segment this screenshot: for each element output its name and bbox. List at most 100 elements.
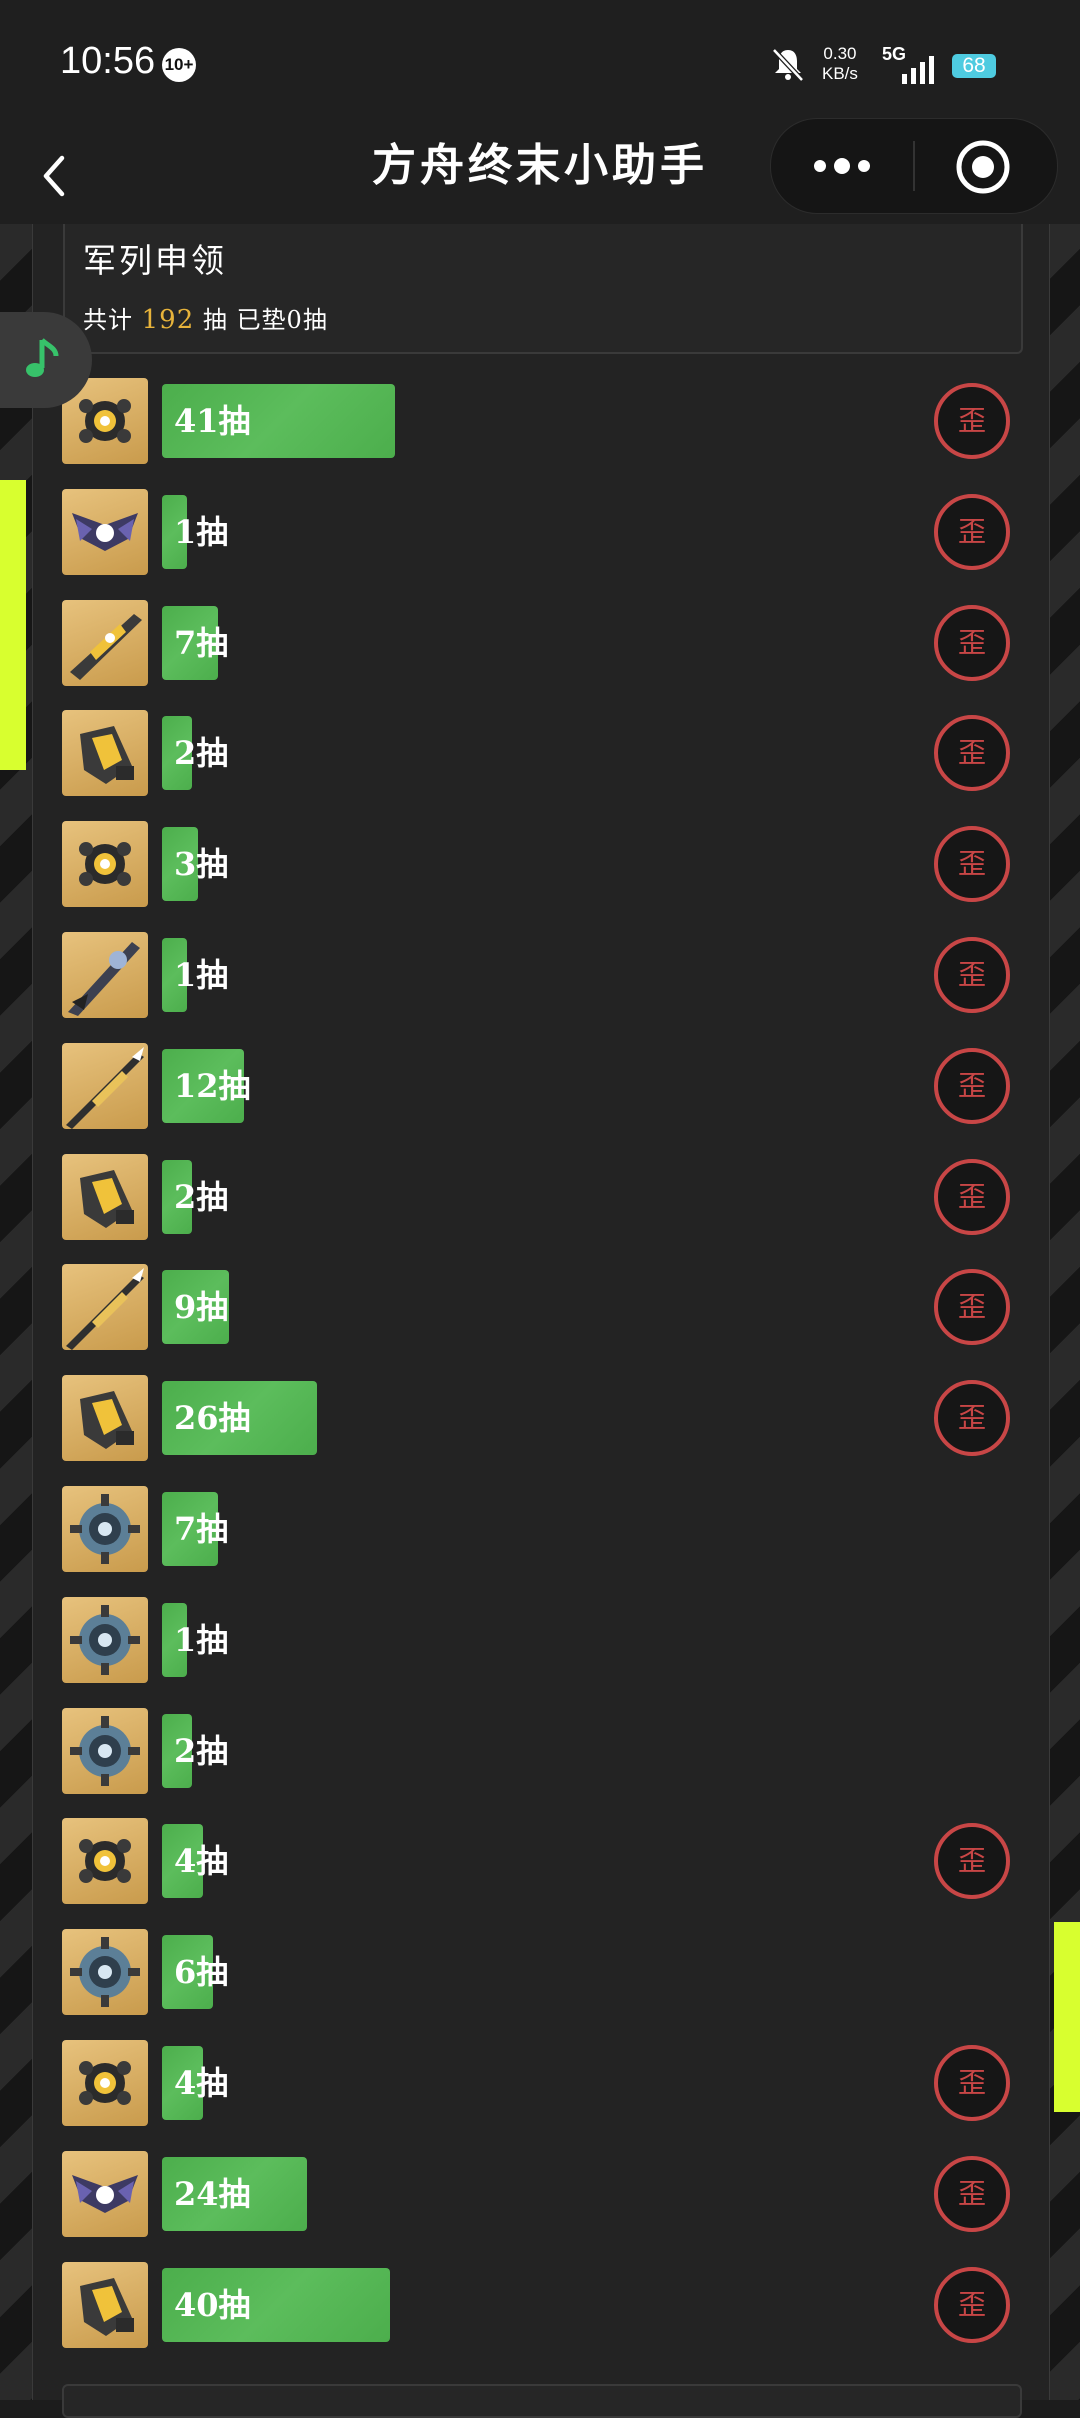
music-toggle-button[interactable]: [0, 312, 92, 408]
pull-record-row: 2抽 歪: [62, 710, 1018, 798]
off-banner-seal-icon: 歪: [934, 2267, 1010, 2343]
pull-record-row: 6抽: [62, 1929, 1018, 2017]
pull-count-label: 1抽: [174, 1621, 229, 1659]
pull-count-label: 2抽: [174, 1178, 229, 1216]
off-banner-seal-icon: 歪: [934, 1823, 1010, 1899]
pull-count-label: 3抽: [174, 845, 229, 883]
pull-record-row: 24抽 歪: [62, 2151, 1018, 2239]
off-banner-seal-char: 歪: [957, 1069, 986, 1102]
pull-count-label: 40抽: [174, 2286, 251, 2324]
gold-rifle-icon: [62, 600, 148, 686]
off-banner-seal-icon: 歪: [934, 2156, 1010, 2232]
off-banner-seal-char: 歪: [957, 1844, 986, 1877]
off-banner-seal-char: 歪: [957, 847, 986, 880]
gold-drone-icon: [62, 1818, 148, 1904]
off-banner-seal-char: 歪: [957, 958, 986, 991]
off-banner-seal-char: 歪: [957, 2288, 986, 2321]
pull-record-row: 41抽 歪: [62, 378, 1018, 466]
off-banner-seal-char: 歪: [957, 2066, 986, 2099]
pull-record-row: 7抽 歪: [62, 600, 1018, 688]
music-note-icon: [26, 338, 59, 377]
off-banner-seal-icon: 歪: [934, 383, 1010, 459]
pull-record-row: 1抽 歪: [62, 489, 1018, 577]
off-banner-seal-char: 歪: [957, 626, 986, 659]
pull-count-label: 41抽: [174, 402, 251, 440]
pull-count-label: 1抽: [174, 956, 229, 994]
off-banner-seal-icon: 歪: [934, 1269, 1010, 1345]
total-prefix: 共计: [83, 306, 133, 334]
pull-record-row: 12抽 歪: [62, 1043, 1018, 1131]
accent-stripe-left: [0, 480, 26, 770]
off-banner-seal-char: 歪: [957, 404, 986, 437]
pull-record-row: 9抽 歪: [62, 1264, 1018, 1352]
more-options-icon[interactable]: [807, 143, 877, 189]
status-bar: 10:56 10+ 0.30 KB/s 5G 68: [0, 0, 1080, 130]
network-speed: 0.30 KB/s: [822, 44, 858, 84]
blue-core-icon: [62, 1597, 148, 1683]
next-pool-card: [62, 2384, 1022, 2418]
off-banner-seal-icon: 歪: [934, 1159, 1010, 1235]
off-banner-seal-char: 歪: [957, 1290, 986, 1323]
pull-record-row: 40抽 歪: [62, 2262, 1018, 2350]
purple-drone-icon: [62, 489, 148, 575]
bell-muted-icon: [772, 48, 804, 82]
off-banner-seal-icon: 歪: [934, 937, 1010, 1013]
pull-count-label: 4抽: [174, 2064, 229, 2102]
purple-drone-icon: [62, 2151, 148, 2237]
pull-count-label: 9抽: [174, 1288, 229, 1326]
status-time: 10:56: [60, 40, 156, 82]
total-count: 192: [141, 305, 195, 335]
gold-drone-icon: [62, 2040, 148, 2126]
gold-drone-icon: [62, 821, 148, 907]
pull-count-label: 1抽: [174, 513, 229, 551]
pull-record-row: 2抽: [62, 1708, 1018, 1796]
gold-gauntlet-icon: [62, 2262, 148, 2348]
pool-stats: 共计 192 抽 已垫0抽: [83, 300, 328, 335]
off-banner-seal-icon: 歪: [934, 494, 1010, 570]
pull-count-label: 12抽: [174, 1067, 251, 1105]
off-banner-seal-char: 歪: [957, 515, 986, 548]
pull-count-label: 7抽: [174, 1510, 229, 1548]
pity-text: 已垫0抽: [236, 306, 328, 334]
off-banner-seal-char: 歪: [957, 1401, 986, 1434]
pull-record-row: 7抽: [62, 1486, 1018, 1574]
pull-record-row: 3抽 歪: [62, 821, 1018, 909]
pull-record-row: 4抽 歪: [62, 1818, 1018, 1906]
pull-count-label: 7抽: [174, 624, 229, 662]
off-banner-seal-icon: 歪: [934, 605, 1010, 681]
pull-count-label: 2抽: [174, 1732, 229, 1770]
pull-record-row: 1抽 歪: [62, 932, 1018, 1020]
total-suffix: 抽: [202, 306, 228, 334]
pool-name: 军列申领: [83, 241, 227, 280]
pull-record-row: 2抽 歪: [62, 1154, 1018, 1242]
blue-core-icon: [62, 1486, 148, 1572]
pool-summary-card: 军列申领 共计 192 抽 已垫0抽: [63, 224, 1023, 354]
pull-count-label: 24抽: [174, 2175, 251, 2213]
gold-lance-icon: [62, 1043, 148, 1129]
off-banner-seal-icon: 歪: [934, 1048, 1010, 1124]
off-banner-seal-char: 歪: [957, 736, 986, 769]
pull-count-label: 4抽: [174, 1842, 229, 1880]
nav-bar: 方舟终末小助手: [0, 118, 1080, 224]
blue-blade-icon: [62, 932, 148, 1018]
off-banner-seal-icon: 歪: [934, 826, 1010, 902]
off-banner-seal-char: 歪: [957, 1180, 986, 1213]
gold-gauntlet-icon: [62, 1375, 148, 1461]
pull-count-label: 6抽: [174, 1953, 229, 1991]
gold-gauntlet-icon: [62, 1154, 148, 1240]
off-banner-seal-icon: 歪: [934, 2045, 1010, 2121]
off-banner-seal-icon: 歪: [934, 1380, 1010, 1456]
pull-count-label: 26抽: [174, 1399, 251, 1437]
off-banner-seal-char: 歪: [957, 2177, 986, 2210]
battery-icon: 68: [952, 54, 996, 78]
gold-lance-icon: [62, 1264, 148, 1350]
blue-core-icon: [62, 1929, 148, 2015]
gold-gauntlet-icon: [62, 710, 148, 796]
accent-stripe-right: [1054, 1922, 1080, 2112]
network-speed-unit: KB/s: [822, 64, 858, 83]
pull-record-row: 1抽: [62, 1597, 1018, 1685]
notification-badge: 10+: [162, 48, 196, 82]
blue-core-icon: [62, 1708, 148, 1794]
close-miniprogram-icon[interactable]: [955, 139, 1011, 195]
pull-record-row: 26抽 歪: [62, 1375, 1018, 1463]
